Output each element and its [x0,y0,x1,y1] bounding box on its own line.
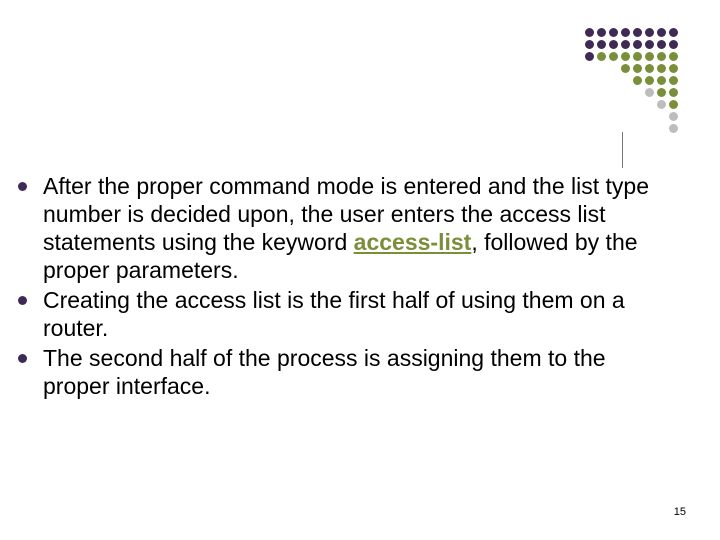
decor-dot [645,40,654,49]
decor-dot [597,28,606,37]
decor-dot [585,28,594,37]
dot-row [621,64,678,73]
corner-decoration [568,28,678,133]
decor-dot [621,64,630,73]
decor-dot [669,100,678,109]
decor-dot [669,52,678,61]
decor-dot [657,100,666,109]
bullet-item: The second half of the process is assign… [18,344,658,400]
bullet-item: After the proper command mode is entered… [18,172,658,284]
decor-dot [645,28,654,37]
bullet-text: Creating the access list is the first ha… [43,286,658,342]
vertical-rule [622,132,623,168]
decor-dot [657,28,666,37]
bullet-text-pre: The second half of the process is assign… [43,345,606,399]
decor-dot [645,52,654,61]
dot-row [585,52,678,61]
decor-dot [669,88,678,97]
decor-dot [609,52,618,61]
bullet-text: The second half of the process is assign… [43,344,658,400]
decor-dot [621,40,630,49]
dot-row [645,88,678,97]
decor-dot [633,28,642,37]
decor-dot [585,52,594,61]
decor-dot [669,124,678,133]
dot-row [585,28,678,37]
dot-row [657,100,678,109]
decor-dot [657,88,666,97]
decor-dot [669,40,678,49]
page-number: 15 [674,506,686,518]
bullet-list: After the proper command mode is entered… [18,172,658,400]
bullet-text-pre: Creating the access list is the first ha… [43,287,625,341]
decor-dot [645,76,654,85]
bullet-icon [18,296,27,305]
decor-dot [669,64,678,73]
decor-dot [657,52,666,61]
keyword: access-list [354,229,472,255]
bullet-item: Creating the access list is the first ha… [18,286,658,342]
decor-dot [609,28,618,37]
dot-row [669,124,678,133]
decor-dot [669,28,678,37]
decor-dot [585,40,594,49]
decor-dot [633,76,642,85]
decor-dot [657,40,666,49]
decor-dot [657,64,666,73]
dot-row [585,40,678,49]
decor-dot [633,52,642,61]
decor-dot [657,76,666,85]
decor-dot [597,52,606,61]
decor-dot [669,112,678,121]
decor-dot [597,40,606,49]
decor-dot [609,40,618,49]
dot-row [633,76,678,85]
slide: After the proper command mode is entered… [0,0,720,540]
bullet-text: After the proper command mode is entered… [43,172,658,284]
decor-dot [669,76,678,85]
decor-dot [645,64,654,73]
decor-dot [645,88,654,97]
decor-dot [621,28,630,37]
dot-grid [568,28,678,133]
bullet-icon [18,182,27,191]
bullet-icon [18,354,27,363]
decor-dot [633,40,642,49]
decor-dot [621,52,630,61]
slide-body: After the proper command mode is entered… [18,172,658,402]
dot-row [669,112,678,121]
decor-dot [633,64,642,73]
